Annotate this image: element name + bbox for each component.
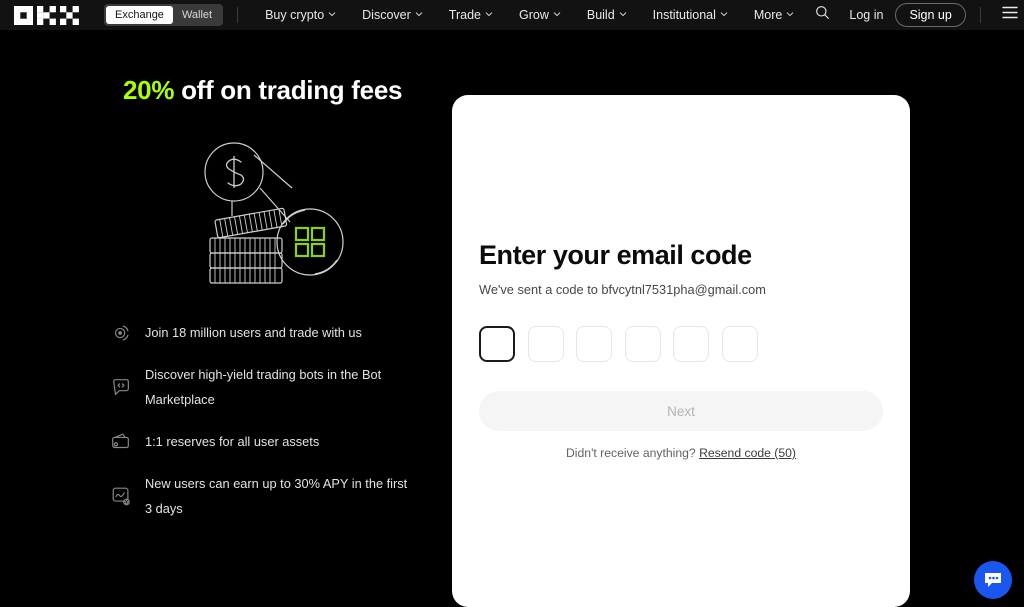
nav-right-actions: Log in Sign up xyxy=(807,0,1024,30)
feature-item-bots-label: Discover high-yield trading bots in the … xyxy=(145,367,382,407)
feature-item-apy-label: New users can earn up to 30% APY in the … xyxy=(145,476,408,516)
otp-digit-1[interactable] xyxy=(479,326,515,362)
promo-headline-highlight: 20% xyxy=(123,75,175,105)
segment-exchange[interactable]: Exchange xyxy=(106,6,173,24)
nav-item-more-label: More xyxy=(753,8,783,22)
nav-item-discover[interactable]: Discover xyxy=(349,0,436,30)
nav-item-buy-crypto[interactable]: Buy crypto xyxy=(252,0,349,30)
resend-prompt-label: Didn't receive anything? xyxy=(566,446,696,460)
promo-feature-list: Join 18 million users and trade with us … xyxy=(110,320,452,521)
chat-bubble-icon xyxy=(983,571,1003,589)
hamburger-menu-button[interactable] xyxy=(995,0,1024,30)
nav-item-build-label: Build xyxy=(586,8,615,22)
coins-and-badge-illustration xyxy=(188,130,368,290)
exchange-wallet-toggle[interactable]: Exchange Wallet xyxy=(104,4,224,26)
chevron-down-icon xyxy=(786,10,794,18)
otp-digit-4[interactable] xyxy=(624,326,661,362)
chevron-down-icon xyxy=(553,10,561,18)
promo-panel: 20% off on trading fees Join 18 million … xyxy=(0,30,452,607)
feature-item-reserves: 1:1 reserves for all user assets xyxy=(110,429,452,454)
chevron-down-icon xyxy=(720,10,728,18)
login-button[interactable]: Log in xyxy=(837,8,895,22)
nav-item-grow-label: Grow xyxy=(518,8,549,22)
email-code-card: Enter your email code We've sent a code … xyxy=(452,95,910,607)
email-code-form: Enter your email code We've sent a code … xyxy=(479,238,883,460)
trading-bot-icon xyxy=(110,376,132,398)
wallet-reserves-icon xyxy=(110,431,132,453)
nav-item-trade-label: Trade xyxy=(448,8,481,22)
nav-item-build[interactable]: Build xyxy=(574,0,640,30)
otp-input-group[interactable] xyxy=(479,326,883,362)
feature-item-bots: Discover high-yield trading bots in the … xyxy=(110,362,452,412)
feature-item-reserves-label: 1:1 reserves for all user assets xyxy=(145,434,320,449)
resend-code-link[interactable]: Resend code (50) xyxy=(699,446,796,460)
nav-item-institutional-label: Institutional xyxy=(652,8,716,22)
okx-logo[interactable] xyxy=(14,5,86,25)
nav-item-discover-label: Discover xyxy=(362,8,411,22)
feature-item-users-label: Join 18 million users and trade with us xyxy=(145,325,362,340)
nav-item-institutional[interactable]: Institutional xyxy=(640,0,741,30)
code-sent-message: We've sent a code to bfvcytnl7531pha@gma… xyxy=(479,282,766,297)
promo-headline: 20% off on trading fees xyxy=(123,75,452,106)
chevron-down-icon xyxy=(328,10,336,18)
search-button[interactable] xyxy=(807,0,837,30)
nav-divider-left xyxy=(237,7,239,23)
top-navigation-bar: Exchange Wallet Buy crypto Discover Trad… xyxy=(0,0,1024,30)
promo-headline-rest: off on trading fees xyxy=(174,75,403,105)
segment-wallet[interactable]: Wallet xyxy=(173,6,221,24)
nav-item-more[interactable]: More xyxy=(741,0,807,30)
feature-item-apy: New users can earn up to 30% APY in the … xyxy=(110,471,452,521)
page-title: Enter your email code xyxy=(479,240,752,270)
primary-nav-links: Buy crypto Discover Trade Grow Build Ins… xyxy=(252,0,807,30)
community-users-icon xyxy=(110,322,132,344)
otp-digit-3[interactable] xyxy=(576,326,612,362)
nav-divider-right xyxy=(979,7,981,23)
chevron-down-icon xyxy=(619,10,627,18)
signup-button[interactable]: Sign up xyxy=(895,3,966,27)
hamburger-menu-icon xyxy=(1002,6,1018,24)
otp-digit-2[interactable] xyxy=(527,326,564,362)
chevron-down-icon xyxy=(415,10,423,18)
nav-item-trade[interactable]: Trade xyxy=(436,0,506,30)
resend-row: Didn't receive anything? Resend code (50… xyxy=(479,446,883,460)
search-icon xyxy=(815,5,830,25)
otp-digit-5[interactable] xyxy=(673,326,709,362)
nav-item-grow[interactable]: Grow xyxy=(506,0,574,30)
next-button[interactable]: Next xyxy=(479,391,883,431)
chevron-down-icon xyxy=(485,10,493,18)
chat-support-button[interactable] xyxy=(974,561,1012,599)
feature-item-users: Join 18 million users and trade with us xyxy=(110,320,452,345)
page-body: 20% off on trading fees Join 18 million … xyxy=(0,30,1024,607)
otp-digit-6[interactable] xyxy=(721,326,758,362)
earn-chart-star-icon xyxy=(110,485,132,507)
nav-item-buy-crypto-label: Buy crypto xyxy=(265,8,325,22)
